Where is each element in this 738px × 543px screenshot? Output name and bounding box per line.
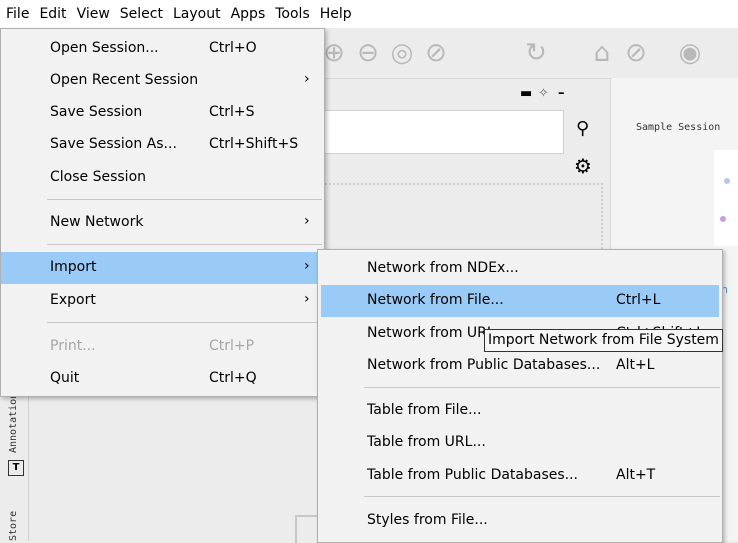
zoom-fit-icon[interactable]: ◎ xyxy=(387,38,417,68)
home-icon[interactable]: ⌂ xyxy=(587,38,617,68)
sample-session-thumbnail[interactable] xyxy=(714,150,738,246)
import-submenu: Network from NDEx... Network from File..… xyxy=(317,249,723,543)
menu-item-import[interactable]: Import › xyxy=(1,252,324,284)
menu-item-new-network[interactable]: New Network › xyxy=(1,207,324,239)
tab-store[interactable]: Store xyxy=(8,501,19,541)
menu-separator xyxy=(364,496,720,497)
menu-item-table-from-public-databases[interactable]: Table from Public Databases... Alt+T xyxy=(318,460,722,492)
tab-annotation[interactable]: Annotation xyxy=(8,393,19,453)
hide-icon[interactable]: ⊘ xyxy=(621,38,651,68)
menu-item-export[interactable]: Export › xyxy=(1,285,324,317)
pin-icon[interactable]: ✧ xyxy=(538,86,549,101)
chevron-right-icon: › xyxy=(304,213,310,229)
menu-item-open-recent-session[interactable]: Open Recent Session › xyxy=(1,65,324,97)
menubar: File Edit View Select Layout Apps Tools … xyxy=(0,0,738,28)
menu-item-save-session[interactable]: Save Session Ctrl+S xyxy=(1,97,324,129)
chevron-right-icon: › xyxy=(304,71,310,87)
tooltip: Import Network from File System xyxy=(484,329,723,352)
gear-icon[interactable]: ⚙ xyxy=(574,154,592,178)
menu-tools[interactable]: Tools xyxy=(269,0,314,28)
menu-view[interactable]: View xyxy=(71,0,114,28)
menu-apps[interactable]: Apps xyxy=(225,0,270,28)
menu-item-open-session[interactable]: Open Session... Ctrl+O xyxy=(1,33,324,65)
menu-item-quit[interactable]: Quit Ctrl+Q xyxy=(1,363,324,395)
menu-file[interactable]: File xyxy=(0,0,34,28)
menu-layout[interactable]: Layout xyxy=(167,0,225,28)
menu-item-close-session[interactable]: Close Session xyxy=(1,162,324,194)
file-menu: Open Session... Ctrl+O Open Recent Sessi… xyxy=(0,28,325,397)
menu-edit[interactable]: Edit xyxy=(33,0,70,28)
menu-item-network-from-file[interactable]: Network from File... Ctrl+L xyxy=(321,285,719,317)
network-panel-border xyxy=(325,183,603,249)
menu-item-table-from-file[interactable]: Table from File... xyxy=(318,395,722,427)
menu-item-network-from-public-databases[interactable]: Network from Public Databases... Alt+L xyxy=(318,350,722,382)
menu-help[interactable]: Help xyxy=(314,0,356,28)
minimize-icon[interactable]: – xyxy=(558,86,565,101)
menu-item-table-from-url[interactable]: Table from URL... xyxy=(318,427,722,459)
menu-item-save-session-as[interactable]: Save Session As... Ctrl+Shift+S xyxy=(1,129,324,161)
menu-item-print[interactable]: Print... Ctrl+P xyxy=(1,331,324,363)
menu-separator xyxy=(47,322,322,323)
menu-separator xyxy=(364,387,720,388)
annotation-text-icon[interactable]: T xyxy=(8,460,24,476)
show-icon[interactable]: ◉ xyxy=(675,38,705,68)
menu-separator xyxy=(47,199,322,200)
menu-item-styles-from-file[interactable]: Styles from File... xyxy=(318,505,722,537)
sample-session-label: Sample Session xyxy=(636,122,721,133)
maximize-icon[interactable]: ▬ xyxy=(520,86,532,101)
chevron-right-icon: › xyxy=(304,258,310,274)
menu-separator xyxy=(47,244,322,245)
search-icon[interactable]: ⚲ xyxy=(576,118,589,139)
search-input[interactable] xyxy=(325,110,564,154)
refresh-icon[interactable]: ↻ xyxy=(521,38,551,68)
panel-controls: ▬ ✧ – xyxy=(520,86,600,106)
zoom-selected-icon[interactable]: ⊘ xyxy=(421,38,451,68)
chevron-right-icon: › xyxy=(304,291,310,307)
zoom-out-icon[interactable]: ⊖ xyxy=(353,38,383,68)
menu-item-network-from-ndex[interactable]: Network from NDEx... xyxy=(318,253,722,285)
toolbar: ⊕ ⊖ ◎ ⊘ ↻ ⌂ ⊘ ◉ xyxy=(323,28,738,79)
menu-select[interactable]: Select xyxy=(114,0,167,28)
